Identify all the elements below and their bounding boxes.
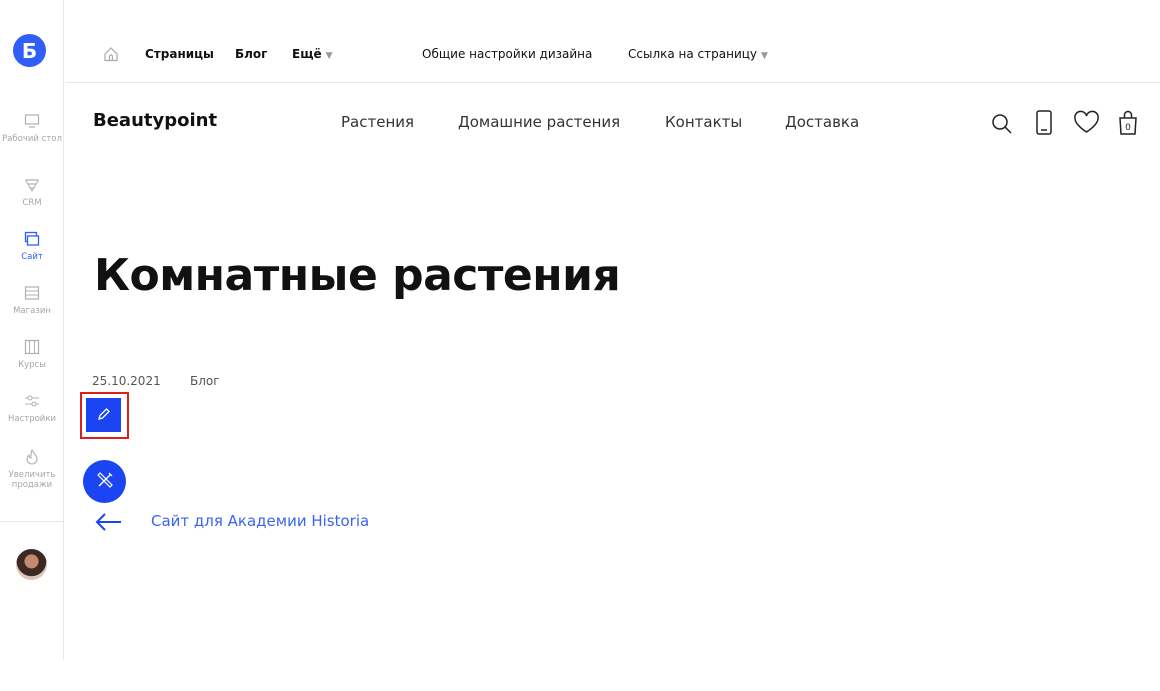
page-link-label: Ссылка на страницу [628,47,758,61]
back-link[interactable]: Сайт для Академии Historia [151,512,369,530]
topbar-more-dropdown[interactable]: Ещё ▼ [292,47,333,61]
avatar[interactable] [16,549,47,580]
sidebar-item-label: Магазин [13,306,51,316]
sliders-icon [23,392,41,410]
search-icon[interactable] [990,110,1014,136]
heart-icon[interactable] [1073,110,1100,136]
sidebar-item-courses[interactable]: Курсы [0,338,64,370]
left-sidebar: Б Рабочий стол CRM Сайт Магазин Курсы На… [0,0,64,660]
nav-item-home-plants[interactable]: Домашние растения [458,113,620,131]
sidebar-divider [0,521,64,522]
page-link-dropdown[interactable]: Ссылка на страницу ▼ [628,47,768,61]
nav-item-delivery[interactable]: Доставка [785,113,859,131]
design-settings-link[interactable]: Общие настройки дизайна [422,47,592,61]
home-icon[interactable] [103,46,119,62]
monitor-icon [23,112,41,130]
sidebar-item-site[interactable]: Сайт [0,230,64,262]
topbar-blog-link[interactable]: Блог [235,47,267,61]
design-tools-button[interactable] [83,460,126,503]
page-title: Комнатные растения [94,250,621,301]
arrow-left-icon[interactable] [95,512,123,532]
sidebar-item-label: Настройки [7,414,56,424]
ruler-pencil-icon [95,470,115,494]
sidebar-item-settings[interactable]: Настройки [0,392,64,424]
fire-icon [23,448,41,466]
sidebar-item-label: Увеличить продажи [8,470,56,490]
sidebar-item-store[interactable]: Магазин [0,284,64,316]
courses-icon [23,338,41,356]
sidebar-item-label: CRM [22,198,42,208]
phone-icon[interactable] [1032,110,1056,136]
site-icon [23,230,41,248]
store-icon [23,284,41,302]
cart-icon[interactable]: 0 [1117,110,1141,136]
cart-count: 0 [1125,123,1131,133]
app-logo[interactable]: Б [13,34,46,67]
pencil-icon [97,406,111,425]
edit-button[interactable] [86,398,121,432]
sidebar-item-label: Рабочий стол [2,134,62,144]
chevron-down-icon: ▼ [761,51,768,61]
sidebar-item-desktop[interactable]: Рабочий стол [0,112,64,144]
sidebar-item-label: Курсы [18,360,46,370]
topbar-more-label: Ещё [292,47,322,61]
funnel-icon [23,176,41,194]
chevron-down-icon: ▼ [325,51,333,61]
post-category: Блог [190,374,220,388]
nav-item-contacts[interactable]: Контакты [665,113,742,131]
topbar-pages-link[interactable]: Страницы [145,47,214,61]
sidebar-item-boost-sales[interactable]: Увеличить продажи [0,448,64,490]
admin-topbar: Страницы Блог Ещё ▼ Общие настройки дизай… [65,0,1160,83]
sidebar-item-label: Сайт [21,252,43,262]
post-date: 25.10.2021 [92,374,161,388]
nav-item-plants[interactable]: Растения [341,113,414,131]
sidebar-item-crm[interactable]: CRM [0,176,64,208]
site-brand[interactable]: Beautypoint [93,110,217,131]
